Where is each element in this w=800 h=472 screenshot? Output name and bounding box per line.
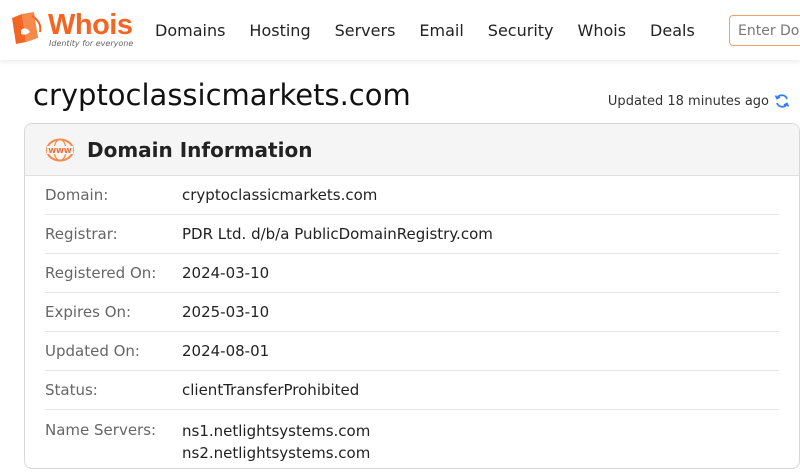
domain-info-table: Domain: cryptoclassicmarkets.com Registr… bbox=[25, 176, 799, 464]
info-value: 2024-03-10 bbox=[182, 264, 270, 282]
logo-tagline: Identity for everyone bbox=[49, 39, 134, 48]
domain-information-card: WWW Domain Information Domain: cryptocla… bbox=[24, 123, 800, 469]
info-row-updated-on: Updated On: 2024-08-01 bbox=[45, 332, 779, 371]
svg-text:WWW: WWW bbox=[48, 146, 71, 154]
last-updated-text: Updated 18 minutes ago bbox=[607, 93, 769, 109]
domain-search-input[interactable] bbox=[729, 15, 800, 46]
nav-security[interactable]: Security bbox=[476, 21, 566, 40]
info-label: Domain: bbox=[45, 186, 109, 204]
info-value: clientTransferProhibited bbox=[182, 381, 360, 399]
info-value: PDR Ltd. d/b/a PublicDomainRegistry.com bbox=[182, 225, 493, 243]
nav-servers[interactable]: Servers bbox=[323, 21, 408, 40]
logo-wordmark: Whois bbox=[48, 9, 133, 41]
logo-mark-icon bbox=[12, 12, 42, 44]
site-logo[interactable]: Whois Identity for everyone bbox=[8, 10, 138, 50]
info-row-status: Status: clientTransferProhibited bbox=[45, 371, 779, 410]
name-server-list: ns1.netlightsystems.com ns2.netlightsyst… bbox=[182, 420, 370, 464]
info-label: Name Servers: bbox=[45, 421, 157, 439]
name-server-item: ns1.netlightsystems.com bbox=[182, 422, 371, 440]
info-label: Status: bbox=[45, 381, 98, 399]
main-nav: Domains Hosting Servers Email Security W… bbox=[143, 0, 707, 60]
nav-deals[interactable]: Deals bbox=[638, 21, 707, 40]
nav-domains[interactable]: Domains bbox=[143, 21, 237, 40]
name-server-item: ns2.netlightsystems.com bbox=[182, 444, 371, 462]
info-row-registrar: Registrar: PDR Ltd. d/b/a PublicDomainRe… bbox=[45, 215, 779, 254]
info-value: cryptoclassicmarkets.com bbox=[182, 186, 378, 204]
info-label: Expires On: bbox=[45, 303, 132, 321]
info-value: 2024-08-01 bbox=[182, 342, 270, 360]
card-title: Domain Information bbox=[87, 137, 313, 162]
nav-email[interactable]: Email bbox=[407, 21, 475, 40]
info-row-domain: Domain: cryptoclassicmarkets.com bbox=[45, 176, 779, 215]
info-row-registered-on: Registered On: 2024-03-10 bbox=[45, 254, 779, 293]
info-label: Updated On: bbox=[45, 342, 140, 360]
last-updated: Updated 18 minutes ago bbox=[608, 93, 790, 109]
nav-whois[interactable]: Whois bbox=[566, 21, 639, 40]
refresh-icon[interactable] bbox=[774, 93, 790, 109]
info-label: Registrar: bbox=[45, 225, 118, 243]
site-header: Whois Identity for everyone Domains Host… bbox=[0, 0, 800, 60]
info-label: Registered On: bbox=[45, 264, 157, 282]
info-row-name-servers: Name Servers: ns1.netlightsystems.com ns… bbox=[45, 410, 779, 464]
page-title: cryptoclassicmarkets.com bbox=[33, 78, 411, 112]
card-header: WWW Domain Information bbox=[25, 124, 799, 176]
info-value: 2025-03-10 bbox=[182, 303, 270, 321]
www-icon: WWW bbox=[46, 138, 74, 161]
nav-hosting[interactable]: Hosting bbox=[237, 21, 322, 40]
info-row-expires-on: Expires On: 2025-03-10 bbox=[45, 293, 779, 332]
